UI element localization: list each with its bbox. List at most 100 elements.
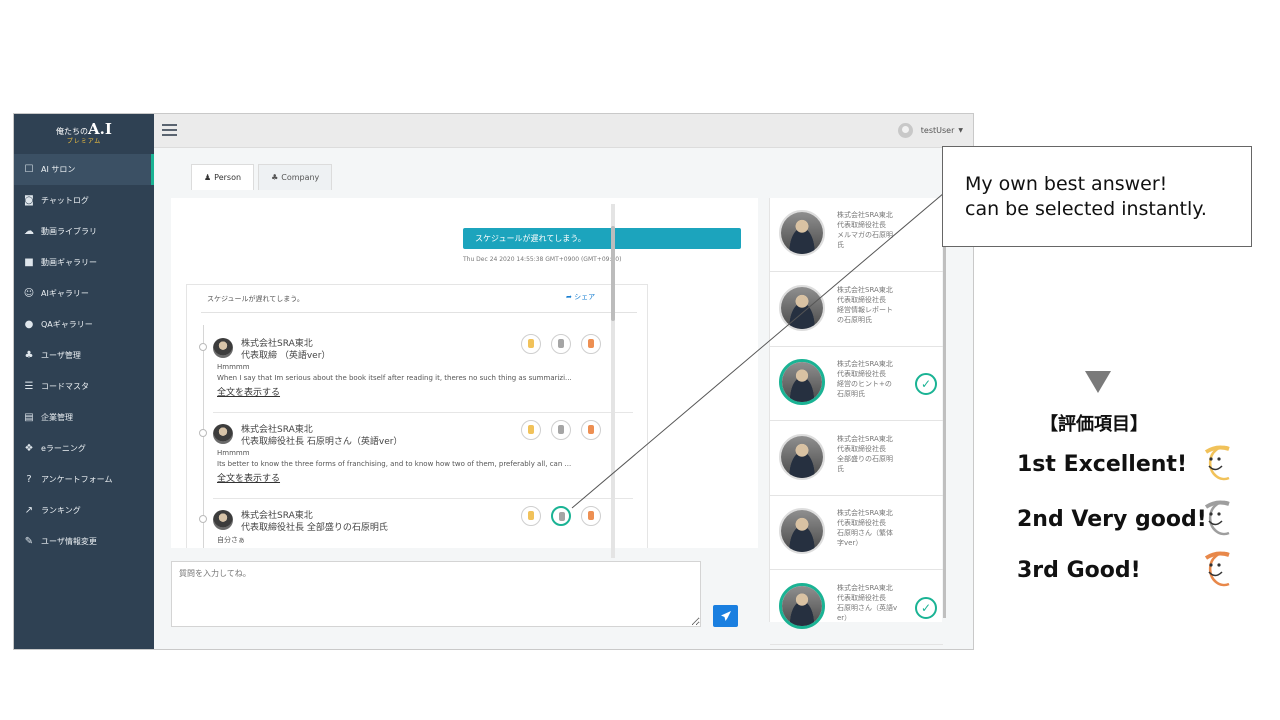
rating-3-button[interactable] xyxy=(581,506,601,526)
answer-text: Its better to know the three forms of fr… xyxy=(217,460,572,468)
rating-3-button[interactable] xyxy=(581,334,601,354)
sidebar-item-7[interactable]: ☰ コードマスタ xyxy=(14,371,154,402)
video-camera-icon: ■ xyxy=(24,257,34,268)
sidebar-item-9[interactable]: ❖ eラーニング xyxy=(14,433,154,464)
rating-buttons xyxy=(521,506,611,526)
answer-greeting: 自分さぁ xyxy=(217,536,245,544)
answer-persona: 代表取締役社長 全部盛りの石原明氏 xyxy=(241,523,388,533)
topbar: testUser ▼ xyxy=(154,114,973,148)
sidebar-item-5[interactable]: ● QAギャラリー xyxy=(14,309,154,340)
sidebar-item-label: ランキング xyxy=(41,506,81,515)
sidebar-item-label: ユーザ管理 xyxy=(41,351,81,360)
ai-persona-item[interactable]: 株式会社SRA東北 代表取締役社長 経営のヒント+の 石原明氏 ✓ xyxy=(770,347,943,421)
rating-1-button[interactable] xyxy=(521,334,541,354)
persona-photo xyxy=(779,210,825,256)
eval-label: 2nd Very good! xyxy=(1017,507,1207,532)
timeline-dot xyxy=(199,429,207,437)
rating-buttons xyxy=(521,420,611,440)
tab-bar: ♟ Person ♣ Company xyxy=(191,164,336,190)
rating-2-button[interactable] xyxy=(551,334,571,354)
divider xyxy=(201,312,637,313)
avatar xyxy=(213,424,233,444)
rating-3-button[interactable] xyxy=(581,420,601,440)
persona-photo xyxy=(779,359,825,405)
sidebar-item-8[interactable]: ▤ 企業管理 xyxy=(14,402,154,433)
face-icon xyxy=(1204,551,1230,587)
answer-persona: 代表取締 （英語ver） xyxy=(241,351,331,361)
sidebar-nav: ☐ AI サロン ◙ チャットログ ☁ 動画ライブラリ ■ 動画ギャラリー ☺ AIギャラリー ● Q… xyxy=(14,154,154,557)
sidebar-item-label: AI サロン xyxy=(41,165,76,174)
card-question: スケジュールが遅れてしまう。 xyxy=(207,295,304,303)
avatar xyxy=(213,338,233,358)
ai-persona-item[interactable]: 株式会社SRA東北 代表取締役社長 全部盛りの石原明 氏 xyxy=(770,422,943,496)
sidebar-item-label: ユーザ情報変更 xyxy=(41,537,97,546)
brand-prefix: 俺たちの xyxy=(56,127,89,136)
show-full-text-link[interactable]: 全文を表示する xyxy=(217,385,280,398)
rating-2-button[interactable] xyxy=(551,420,571,440)
question-icon: ? xyxy=(26,474,32,485)
sidebar-item-4[interactable]: ☺ AIギャラリー xyxy=(14,278,154,309)
sidebar-item-label: 動画ライブラリ xyxy=(41,227,97,236)
eval-title: 【評価項目】 xyxy=(1040,414,1148,435)
ai-persona-item[interactable]: 株式会社SRA東北 代表取締役社長 経営情報レポート の石原明氏 xyxy=(770,273,943,347)
sidebar-item-0[interactable]: ☐ AI サロン xyxy=(14,154,154,185)
sidebar-item-11[interactable]: ↗ ランキング xyxy=(14,495,154,526)
sidebar-item-6[interactable]: ♣ ユーザ管理 xyxy=(14,340,154,371)
rating-1-button[interactable] xyxy=(521,420,541,440)
chart-line-icon: ↗ xyxy=(24,505,34,516)
rating-1-button[interactable] xyxy=(521,506,541,526)
tab-person[interactable]: ♟ Person xyxy=(191,164,255,190)
eval-item: 1st Excellent! xyxy=(1017,445,1230,481)
sidebar-item-label: コードマスタ xyxy=(41,382,89,391)
sidebar-item-label: eラーニング xyxy=(41,444,86,453)
sidebar-item-label: チャットログ xyxy=(41,196,89,205)
persona-photo xyxy=(779,433,825,480)
chat-scroll-thumb[interactable] xyxy=(611,226,615,321)
persona-label: 株式会社SRA東北 代表取締役社長 メルマガの石原明 氏 xyxy=(837,211,893,249)
sidebar-item-label: 企業管理 xyxy=(41,413,73,422)
share-button[interactable]: ➦ シェア xyxy=(566,292,595,302)
answer-greeting: Hmmmm xyxy=(217,449,250,457)
eval-item: 3rd Good! xyxy=(1017,551,1230,587)
persona-photo xyxy=(779,582,825,629)
sidebar-item-1[interactable]: ◙ チャットログ xyxy=(14,185,154,216)
message-timestamp: Thu Dec 24 2020 14:55:38 GMT+0900 (GMT+0… xyxy=(463,256,622,263)
ai-persona-item[interactable]: 株式会社SRA東北 代表取締役社長 石原明さん（英語v er） ✓ xyxy=(770,571,943,645)
answer-card: スケジュールが遅れてしまう。 ➦ シェア 株式会社SRA東北 代表取締 （英語v… xyxy=(186,284,648,548)
ai-persona-item[interactable]: 株式会社SRA東北 代表取締役社長 メルマガの石原明 氏 xyxy=(770,198,943,272)
persona-label: 株式会社SRA東北 代表取締役社長 石原明さん（繁体 字ver） xyxy=(837,509,893,547)
sidebar-item-label: アンケートフォーム xyxy=(41,475,113,484)
chat-panel: スケジュールが遅れてしまう。 Thu Dec 24 2020 14:55:38 … xyxy=(171,198,758,548)
rating-2-button[interactable] xyxy=(551,506,571,526)
answer-persona: 代表取締役社長 石原明さん（英語ver） xyxy=(241,437,403,447)
avatar xyxy=(213,510,233,530)
ai-list-scrollbar[interactable] xyxy=(943,200,946,618)
show-full-text-link[interactable]: 全文を表示する xyxy=(217,471,280,484)
brand-logo: 俺たちのA.I プレミアム xyxy=(14,114,154,154)
divider xyxy=(213,412,633,413)
persona-label: 株式会社SRA東北 代表取締役社長 全部盛りの石原明 氏 xyxy=(837,434,893,473)
sidebar-item-2[interactable]: ☁ 動画ライブラリ xyxy=(14,216,154,247)
tab-company[interactable]: ♣ Company xyxy=(258,164,333,190)
sidebar-item-12[interactable]: ✎ ユーザ情報変更 xyxy=(14,526,154,557)
sidebar-item-label: AIギャラリー xyxy=(41,289,89,298)
timeline-dot xyxy=(199,515,207,523)
send-button[interactable] xyxy=(713,605,738,627)
ai-persona-item[interactable]: 株式会社SRA東北 代表取締役社長 石原明さん（繁体 字ver） xyxy=(770,496,943,570)
sidebar-item-3[interactable]: ■ 動画ギャラリー xyxy=(14,247,154,278)
sidebar: 俺たちのA.I プレミアム ☐ AI サロン ◙ チャットログ ☁ 動画ライブラリ ■ 動画ギ… xyxy=(14,114,154,649)
user-menu[interactable]: testUser ▼ xyxy=(897,123,963,138)
caret-down-icon: ▼ xyxy=(958,127,963,134)
username: testUser xyxy=(920,126,955,135)
menu-toggle-icon[interactable] xyxy=(162,124,177,136)
answer-text: When I say that Im serious about the boo… xyxy=(217,374,572,382)
sidebar-item-10[interactable]: ? アンケートフォーム xyxy=(14,464,154,495)
building-icon: ▤ xyxy=(24,412,34,423)
check-icon: ✓ xyxy=(915,596,937,619)
callout-box: My own best answer! can be selected inst… xyxy=(942,146,1252,247)
sidebar-item-label: QAギャラリー xyxy=(41,320,93,329)
list-icon: ☰ xyxy=(24,381,34,392)
question-input[interactable] xyxy=(171,561,701,627)
users-icon: ♣ xyxy=(24,350,34,361)
persona-label: 株式会社SRA東北 代表取締役社長 石原明さん（英語v er） xyxy=(837,583,898,622)
